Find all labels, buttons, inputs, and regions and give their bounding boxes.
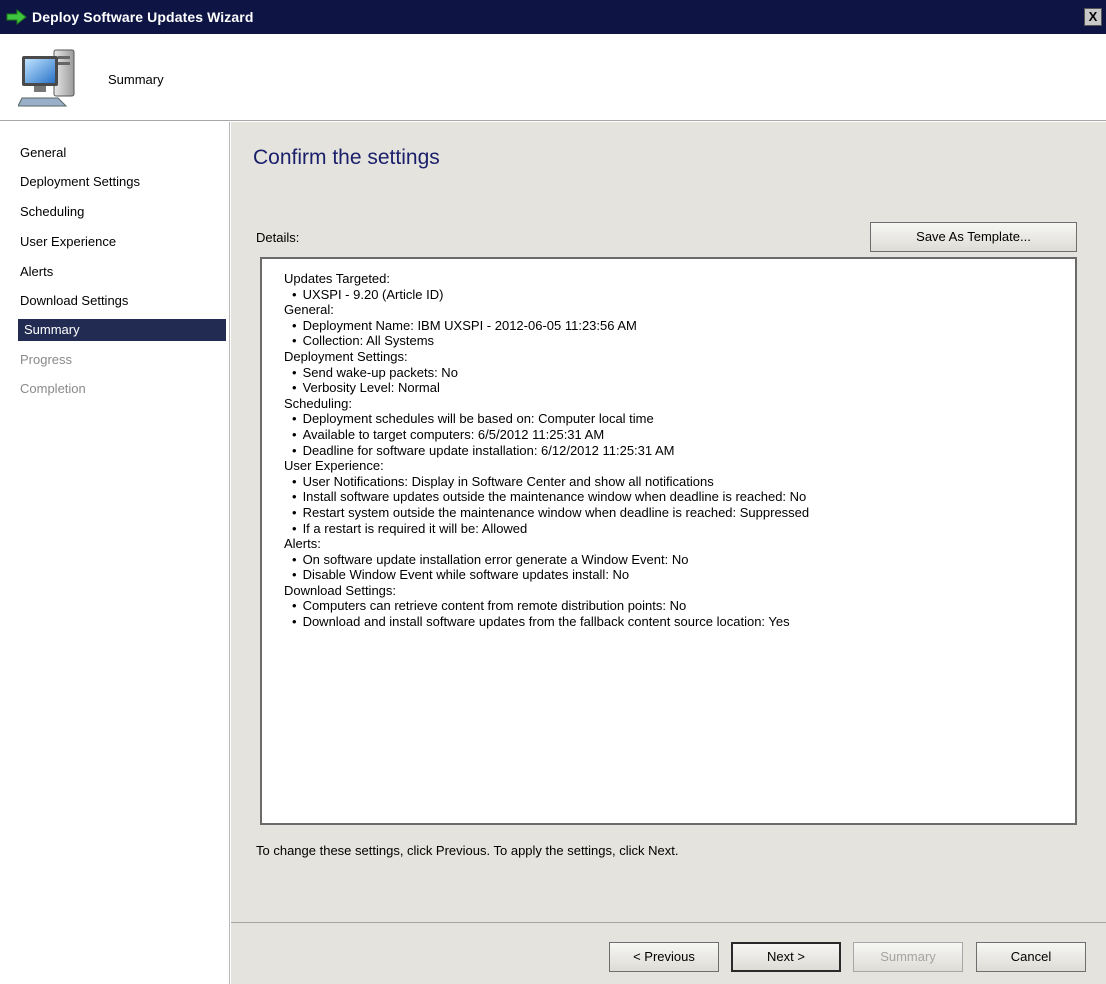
- wizard-header: Summary: [0, 34, 1106, 121]
- details-label: Details:: [256, 230, 300, 245]
- instructions-text: To change these settings, click Previous…: [256, 843, 679, 858]
- computer-icon: [18, 49, 75, 107]
- sidebar-item-summary[interactable]: Summary: [18, 319, 226, 341]
- details-item: Available to target computers: 6/5/2012 …: [284, 427, 1075, 443]
- details-item: Verbosity Level: Normal: [284, 380, 1075, 396]
- sidebar-item-progress: Progress: [20, 352, 73, 367]
- summary-button: Summary: [853, 942, 963, 972]
- details-item: Collection: All Systems: [284, 333, 1075, 349]
- sidebar-item-alerts[interactable]: Alerts: [20, 261, 53, 283]
- details-section-title: Updates Targeted:: [284, 271, 390, 286]
- details-item: Disable Window Event while software upda…: [284, 567, 1075, 583]
- details-item: Restart system outside the maintenance w…: [284, 505, 1075, 521]
- sidebar-item-general[interactable]: General: [20, 142, 66, 164]
- window-title: Deploy Software Updates Wizard: [32, 9, 254, 25]
- wizard-footer: < Previous Next > Summary Cancel: [231, 922, 1106, 984]
- next-button[interactable]: Next >: [731, 942, 841, 972]
- title-bar: Deploy Software Updates Wizard X: [0, 0, 1106, 34]
- details-item: On software update installation error ge…: [284, 552, 1075, 568]
- sidebar-item-download-settings[interactable]: Download Settings: [20, 290, 128, 312]
- wizard-content: Confirm the settings Details: Save As Te…: [231, 122, 1106, 922]
- details-item: Install software updates outside the mai…: [284, 489, 1075, 505]
- close-button[interactable]: X: [1084, 8, 1102, 26]
- save-as-template-button[interactable]: Save As Template...: [870, 222, 1077, 252]
- cancel-button[interactable]: Cancel: [976, 942, 1086, 972]
- sidebar-item-user-experience[interactable]: User Experience: [20, 231, 116, 253]
- details-section-title: General:: [284, 302, 334, 318]
- details-section-title: User Experience:: [284, 458, 384, 474]
- sidebar-item-scheduling[interactable]: Scheduling: [20, 201, 84, 223]
- details-section-title: Alerts:: [284, 536, 321, 552]
- header-page-name: Summary: [108, 72, 164, 87]
- details-section-title: Deployment Settings:: [284, 348, 408, 364]
- previous-button[interactable]: < Previous: [609, 942, 719, 972]
- details-item: Deadline for software update installatio…: [284, 443, 1075, 459]
- details-item: Computers can retrieve content from remo…: [284, 598, 1075, 614]
- sidebar-item-completion: Completion: [20, 381, 86, 396]
- details-item: Deployment Name: IBM UXSPI - 2012-06-05 …: [284, 318, 1075, 334]
- wizard-sidebar: General Deployment Settings Scheduling U…: [0, 122, 230, 984]
- details-item: UXSPI - 9.20 (Article ID): [284, 287, 1075, 303]
- arrow-icon: [6, 9, 27, 25]
- details-textbox[interactable]: Updates Targeted:UXSPI - 9.20 (Article I…: [260, 257, 1077, 825]
- details-item: Send wake-up packets: No: [284, 365, 1075, 381]
- page-title: Confirm the settings: [253, 146, 440, 169]
- details-item: If a restart is required it will be: All…: [284, 521, 1075, 537]
- details-item: User Notifications: Display in Software …: [284, 474, 1075, 490]
- details-item: Download and install software updates fr…: [284, 614, 1075, 630]
- details-section-title: Download Settings:: [284, 582, 397, 598]
- details-section-title: Scheduling:: [284, 395, 352, 411]
- sidebar-item-deployment-settings[interactable]: Deployment Settings: [20, 171, 140, 193]
- details-item: Deployment schedules will be based on: C…: [284, 411, 1075, 427]
